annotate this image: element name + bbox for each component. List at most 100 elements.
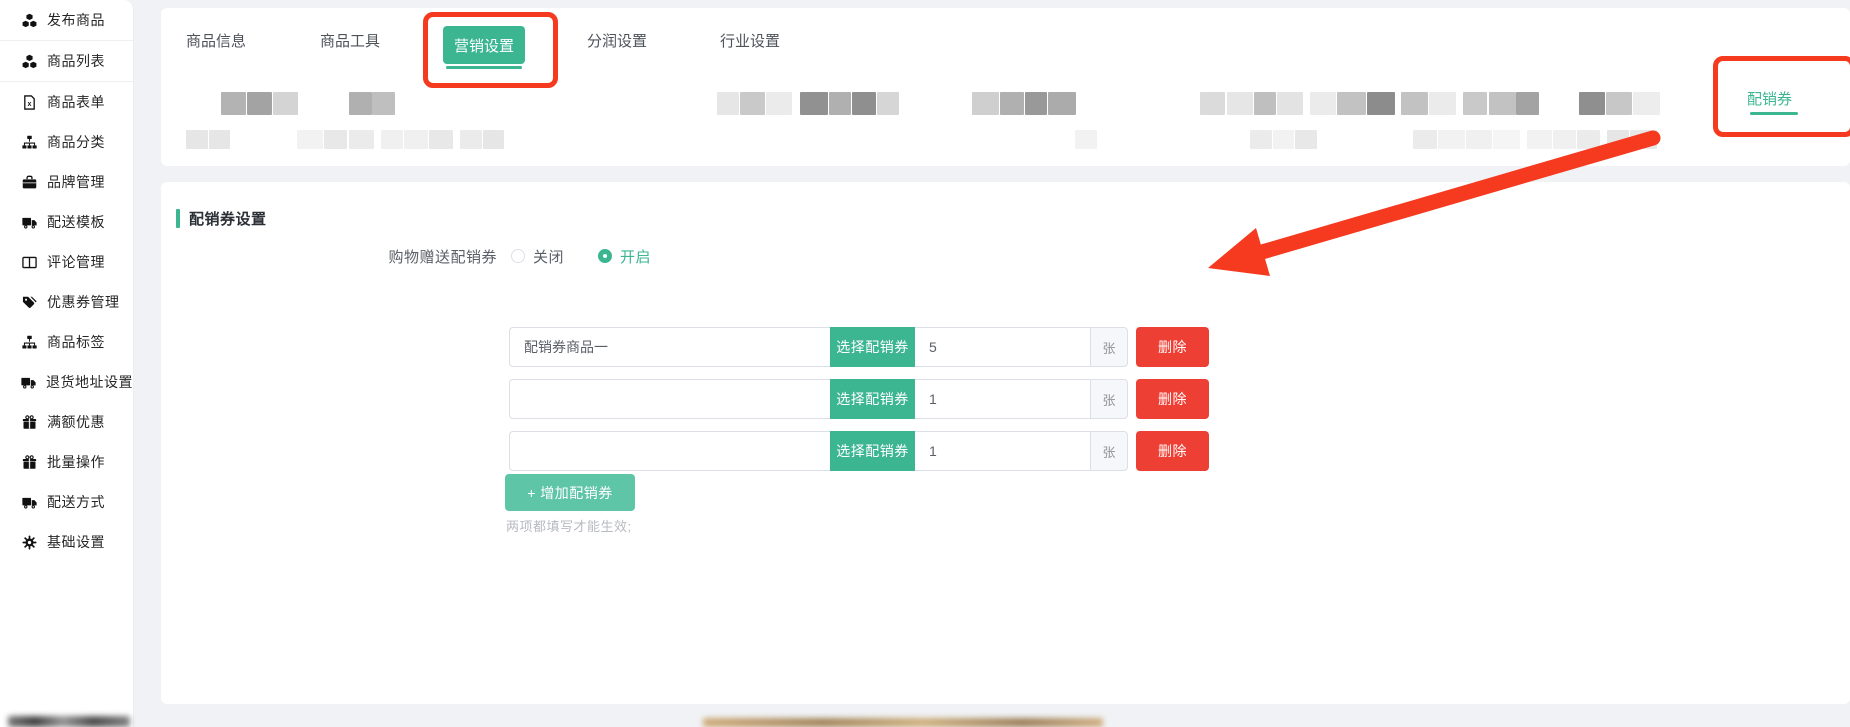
sidebar-item-label: 商品分类 xyxy=(47,132,105,152)
coupon-qty-input[interactable] xyxy=(915,431,1090,471)
sidebar-item-label: 商品列表 xyxy=(47,51,105,71)
censored-block xyxy=(460,130,482,149)
censored-block xyxy=(972,92,999,115)
delete-coupon-button[interactable]: 删除 xyxy=(1136,379,1209,419)
form-hint: 两项都填写才能生效; xyxy=(506,516,632,535)
censored-block xyxy=(877,92,899,115)
coupon-name-input[interactable] xyxy=(509,431,830,471)
radio-off-dot[interactable] xyxy=(511,249,525,263)
subtab-peixiaoquan[interactable]: 配销券 xyxy=(1747,88,1792,109)
censored-block xyxy=(381,130,403,149)
sidebar-item-label: 配送模板 xyxy=(47,212,105,232)
radio-on[interactable]: 开启 xyxy=(598,246,651,267)
select-coupon-button[interactable]: 选择配销券 xyxy=(830,327,915,367)
censored-block xyxy=(717,92,739,115)
censored-block xyxy=(1579,92,1605,115)
gear-icon xyxy=(21,534,37,550)
sidebar-item[interactable]: 商品分类 xyxy=(0,122,133,162)
cubes-icon xyxy=(21,53,37,69)
sidebar-item-label: 满额优惠 xyxy=(47,412,105,432)
censored-block xyxy=(247,92,272,115)
censored-block xyxy=(324,130,347,149)
tab-2[interactable]: 商品工具 xyxy=(320,30,380,51)
censored-block xyxy=(1200,92,1225,115)
censored-block xyxy=(1075,130,1097,149)
add-coupon-button[interactable]: + 增加配销券 xyxy=(505,474,635,511)
delete-coupon-button[interactable]: 删除 xyxy=(1136,327,1209,367)
sidebar-item[interactable]: 配送模板 xyxy=(0,202,133,242)
section-header: 配销券设置 xyxy=(176,208,267,229)
radio-on-dot[interactable] xyxy=(598,249,612,263)
censored-block xyxy=(1367,92,1395,115)
censored-block xyxy=(852,92,876,115)
gift-icon xyxy=(21,454,37,470)
active-tab-underline xyxy=(446,66,522,69)
sidebar-item-label: 退货地址设置 xyxy=(46,372,133,392)
section-accent-bar xyxy=(176,209,180,228)
sidebar-item[interactable]: 商品标签 xyxy=(0,322,133,362)
sidebar-item-label: 优惠券管理 xyxy=(47,292,120,312)
sidebar-item-label: 商品标签 xyxy=(47,332,105,352)
censored-block xyxy=(404,130,428,149)
delete-coupon-button[interactable]: 删除 xyxy=(1136,431,1209,471)
censored-block xyxy=(1463,92,1487,115)
censored-block xyxy=(766,92,792,115)
columns-icon xyxy=(21,254,37,270)
sidebar-item[interactable]: 商品列表 xyxy=(0,40,133,82)
sidebar-item[interactable]: x商品表单 xyxy=(0,82,133,122)
select-coupon-button[interactable]: 选择配销券 xyxy=(830,431,915,471)
tab-5[interactable]: 行业设置 xyxy=(720,30,780,51)
radio-off-label: 关闭 xyxy=(533,246,564,267)
coupon-name-input[interactable] xyxy=(509,379,830,419)
sidebar-item[interactable]: 批量操作 xyxy=(0,442,133,482)
sidebar-item-label: 评论管理 xyxy=(47,252,105,272)
tab-4[interactable]: 分润设置 xyxy=(587,30,647,51)
censored-block xyxy=(1607,130,1629,149)
select-coupon-button[interactable]: 选择配销券 xyxy=(830,379,915,419)
sidebar-item[interactable]: 基础设置 xyxy=(0,522,133,562)
active-subtab-underline xyxy=(1750,112,1798,115)
coupon-row: 选择配销券张删除 xyxy=(509,327,1209,367)
sidebar-item[interactable]: 退货地址设置 xyxy=(0,362,133,402)
censored-block xyxy=(740,92,765,115)
censored-block xyxy=(1250,130,1272,149)
form-label: 购物赠送配销券 xyxy=(297,246,497,267)
censored-block xyxy=(1401,92,1428,115)
sidebar-item[interactable]: 优惠券管理 xyxy=(0,282,133,322)
censored-block xyxy=(221,92,246,115)
censored-block xyxy=(1466,130,1492,149)
coupon-settings-card: 配销券设置 购物赠送配销券 关闭 开启 选择配销券张删除选择配销券张删除选择配销… xyxy=(161,182,1850,704)
sidebar-item[interactable]: 满额优惠 xyxy=(0,402,133,442)
censored-block xyxy=(829,92,851,115)
sidebar-item[interactable]: 配送方式 xyxy=(0,482,133,522)
coupon-row: 选择配销券张删除 xyxy=(509,431,1209,471)
censored-block xyxy=(1254,92,1276,115)
sidebar-item[interactable]: 发布商品 xyxy=(0,0,133,40)
sidebar-item[interactable]: 评论管理 xyxy=(0,242,133,282)
sidebar: 发布商品商品列表 x商品表单商品分类品牌管理配送模板评论管理优惠券管理商品标签退货… xyxy=(0,0,134,727)
radio-off[interactable]: 关闭 xyxy=(511,246,564,267)
sidebar-item[interactable]: 品牌管理 xyxy=(0,162,133,202)
censored-block xyxy=(1337,92,1366,115)
censored-block xyxy=(1048,92,1076,115)
tab-3[interactable]: 营销设置 xyxy=(443,26,525,64)
sitemap-icon xyxy=(21,334,37,350)
censored-block xyxy=(1438,130,1465,149)
censored-block xyxy=(800,92,828,115)
censored-block xyxy=(349,130,374,149)
censored-block xyxy=(1413,130,1437,149)
section-title: 配销券设置 xyxy=(189,208,267,229)
sidebar-item-label: 发布商品 xyxy=(47,10,105,30)
coupon-qty-input[interactable] xyxy=(915,327,1090,367)
censored-block xyxy=(186,130,208,149)
coupon-qty-input[interactable] xyxy=(915,379,1090,419)
truck-icon xyxy=(21,494,37,510)
sidebar-item-label: 批量操作 xyxy=(47,452,105,472)
censored-block xyxy=(1553,130,1576,149)
gift-coupon-radio-row: 购物赠送配销券 关闭 开启 xyxy=(297,246,651,266)
coupon-name-input[interactable] xyxy=(509,327,830,367)
tab-1[interactable]: 商品信息 xyxy=(186,30,246,51)
sidebar-item-label: 基础设置 xyxy=(47,532,105,552)
unit-suffix: 张 xyxy=(1090,379,1128,419)
censored-block xyxy=(1527,130,1552,149)
